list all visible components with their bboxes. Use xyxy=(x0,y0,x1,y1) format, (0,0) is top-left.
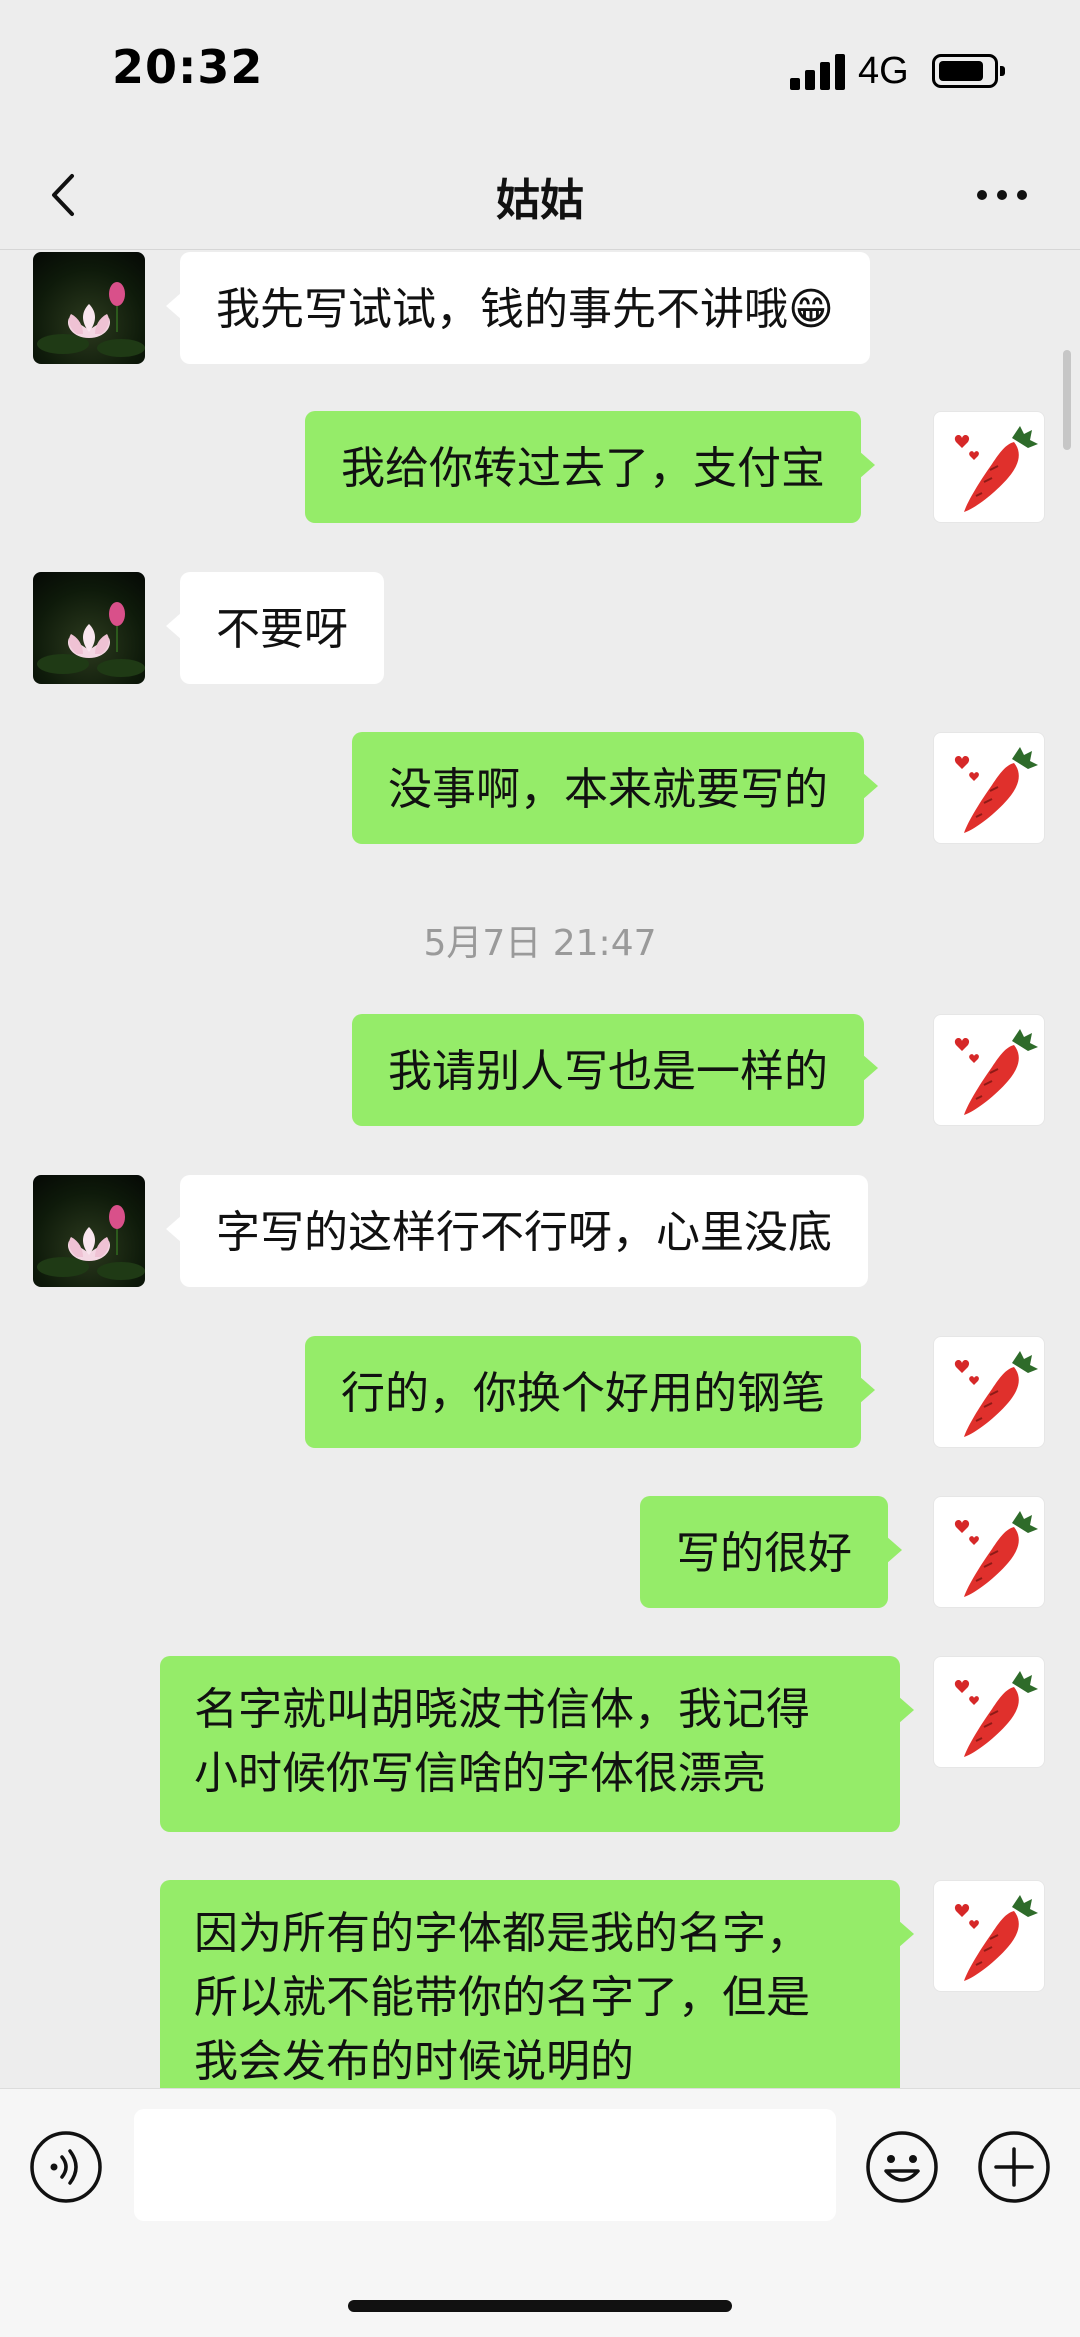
message-bubble[interactable]: 不要呀 xyxy=(166,572,384,684)
battery-icon xyxy=(932,54,1005,88)
message-line: 名字就叫胡晓波书信体，我记得 xyxy=(194,1684,810,1735)
status-time: 20:32 xyxy=(112,40,264,94)
avatar-self[interactable] xyxy=(933,1014,1045,1126)
message-input[interactable] xyxy=(134,2109,836,2221)
message-bubble[interactable]: 行的，你换个好用的钢笔 xyxy=(305,1336,875,1448)
message-line: 因为所有的字体都是我的名字， xyxy=(194,1908,810,1959)
lotus-icon xyxy=(37,602,145,677)
avatar-self[interactable] xyxy=(933,1496,1045,1608)
carrot-icon xyxy=(954,1029,1038,1115)
message-line: 我会发布的时候说明的 xyxy=(194,2036,634,2087)
avatar-self[interactable] xyxy=(933,1880,1045,1992)
message-bubble[interactable]: 我给你转过去了，支付宝 xyxy=(305,411,875,523)
status-bar: 20:32 4G xyxy=(0,0,1080,140)
chat-area[interactable]: 我先写试试，钱的事先不讲哦😁 我给你转过去了，支付宝 不要呀 没事啊，本来就要写… xyxy=(0,250,1080,2088)
avatar-self[interactable] xyxy=(933,1336,1045,1448)
message-bubble[interactable]: 字写的这样行不行呀，心里没底 xyxy=(166,1175,868,1287)
network-type: 4G xyxy=(858,50,909,92)
scrollbar[interactable] xyxy=(1063,350,1071,450)
message-bubble[interactable]: 没事啊，本来就要写的 xyxy=(352,732,878,844)
chat-title: 姑姑 xyxy=(496,175,584,226)
message-line: 所以就不能带你的名字了，但是 xyxy=(194,1972,810,2023)
nav-bar: 姑姑 xyxy=(0,140,1080,250)
plus-icon[interactable] xyxy=(976,2129,1052,2205)
signal-icon xyxy=(790,52,846,90)
carrot-icon xyxy=(954,747,1038,833)
message-bubble[interactable]: 名字就叫胡晓波书信体，我记得 小时候你写信啥的字体很漂亮 xyxy=(160,1656,914,1832)
avatar-contact[interactable] xyxy=(33,252,145,364)
carrot-icon xyxy=(954,426,1038,512)
message-bubble[interactable]: 我请别人写也是一样的 xyxy=(352,1014,878,1126)
avatar-self[interactable] xyxy=(933,732,1045,844)
avatar-self[interactable] xyxy=(933,411,1045,523)
carrot-icon xyxy=(954,1511,1038,1597)
avatar-self[interactable] xyxy=(933,1656,1045,1768)
timestamp: 5月7日 21:47 xyxy=(423,923,657,964)
avatar-contact[interactable] xyxy=(33,572,145,684)
emoji-icon[interactable] xyxy=(864,2129,940,2205)
carrot-icon xyxy=(954,1895,1038,1981)
voice-icon[interactable] xyxy=(28,2129,104,2205)
message-bubble[interactable]: 写的很好 xyxy=(640,1496,902,1608)
message-bubble[interactable]: 我先写试试，钱的事先不讲哦😁 xyxy=(166,252,870,364)
home-indicator[interactable] xyxy=(348,2300,732,2312)
carrot-icon xyxy=(954,1671,1038,1757)
avatar-contact[interactable] xyxy=(33,1175,145,1287)
message-bubble[interactable]: 因为所有的字体都是我的名字， 所以就不能带你的名字了，但是 我会发布的时候说明的 xyxy=(160,1880,914,2088)
lotus-icon xyxy=(37,282,145,357)
carrot-icon xyxy=(954,1351,1038,1437)
lotus-icon xyxy=(37,1205,145,1280)
more-dots-icon[interactable] xyxy=(972,170,1032,220)
message-line: 小时候你写信啥的字体很漂亮 xyxy=(194,1748,766,1799)
